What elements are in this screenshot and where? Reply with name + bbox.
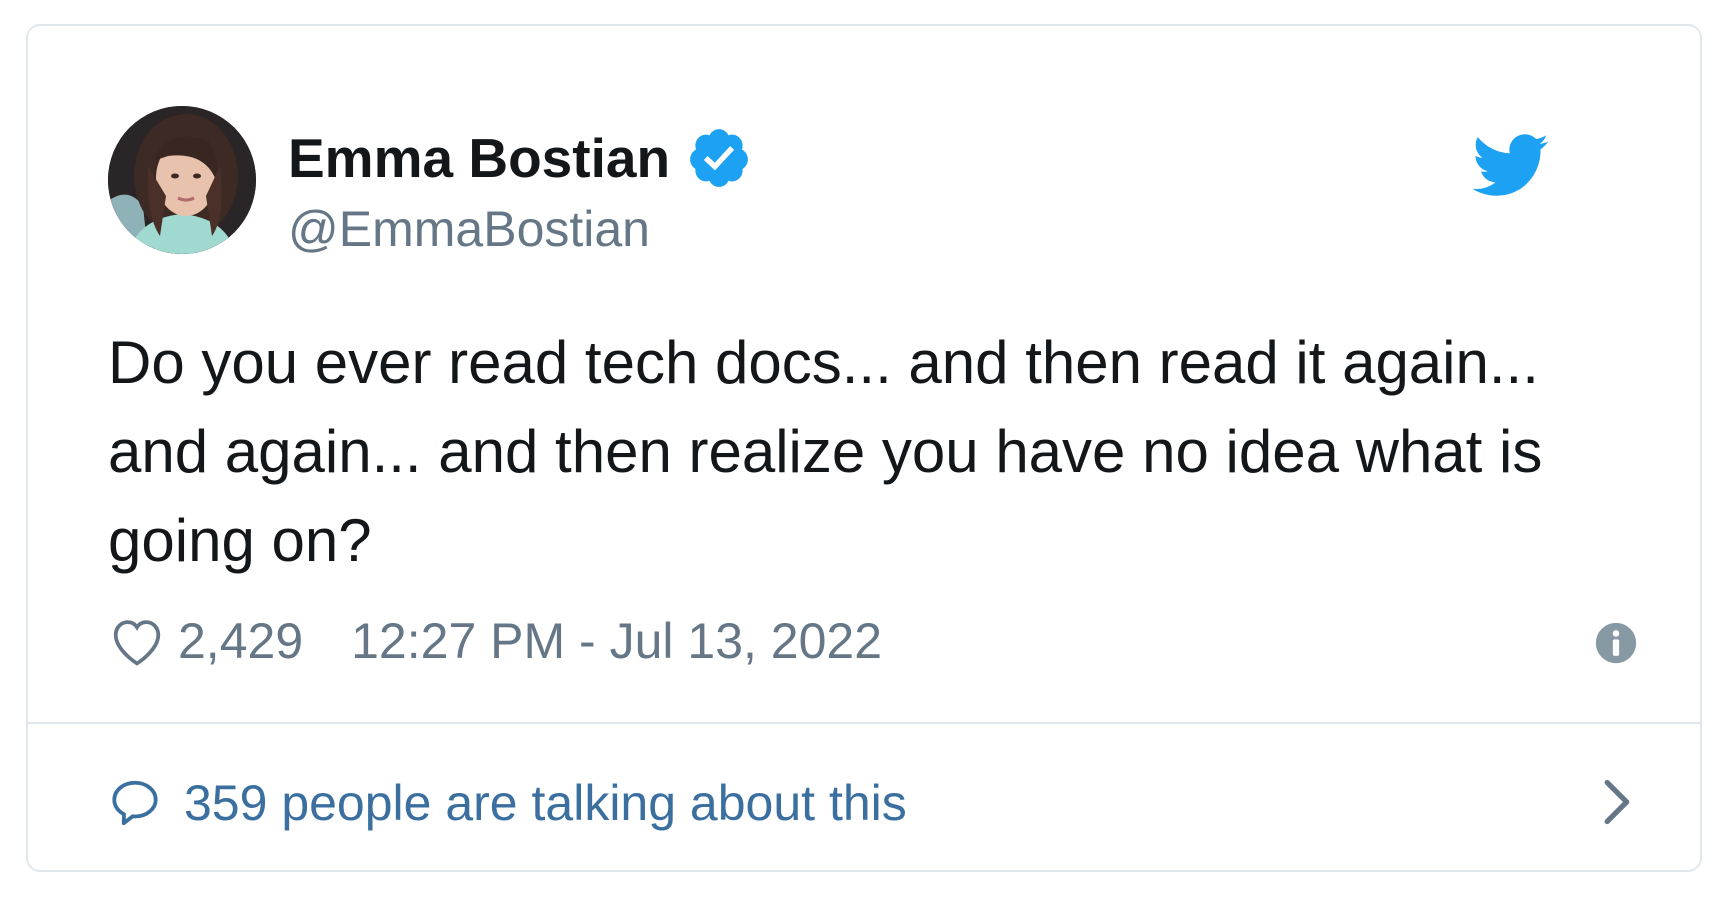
info-icon[interactable] bbox=[1594, 621, 1638, 665]
heart-icon[interactable] bbox=[108, 615, 166, 667]
divider bbox=[28, 722, 1700, 724]
conversation-label[interactable]: 359 people are talking about this bbox=[184, 773, 907, 833]
author-display-name[interactable]: Emma Bostian bbox=[288, 126, 670, 190]
tweet-header: Emma Bostian @EmmaBostian bbox=[108, 106, 1628, 258]
like-count[interactable]: 2,429 bbox=[178, 611, 303, 671]
tweet-timestamp[interactable]: 12:27 PM - Jul 13, 2022 bbox=[351, 611, 882, 671]
chevron-right-icon[interactable] bbox=[1598, 776, 1638, 828]
verified-badge-icon bbox=[686, 125, 752, 191]
avatar-image bbox=[108, 106, 256, 254]
tweet-text: Do you ever read tech docs... and then r… bbox=[108, 329, 1543, 574]
speech-bubble-icon bbox=[108, 776, 162, 830]
display-name-row: Emma Bostian bbox=[288, 126, 752, 190]
author-names: Emma Bostian @EmmaBostian bbox=[288, 126, 752, 258]
conversation-link[interactable]: 359 people are talking about this bbox=[108, 768, 1638, 838]
twitter-bird-icon[interactable] bbox=[1472, 134, 1550, 198]
avatar[interactable] bbox=[108, 106, 256, 254]
author-handle[interactable]: @EmmaBostian bbox=[288, 200, 752, 258]
tweet-meta: 2,429 12:27 PM - Jul 13, 2022 bbox=[108, 611, 1638, 671]
tweet-card: Emma Bostian @EmmaBostian Do you ever re… bbox=[26, 24, 1702, 872]
